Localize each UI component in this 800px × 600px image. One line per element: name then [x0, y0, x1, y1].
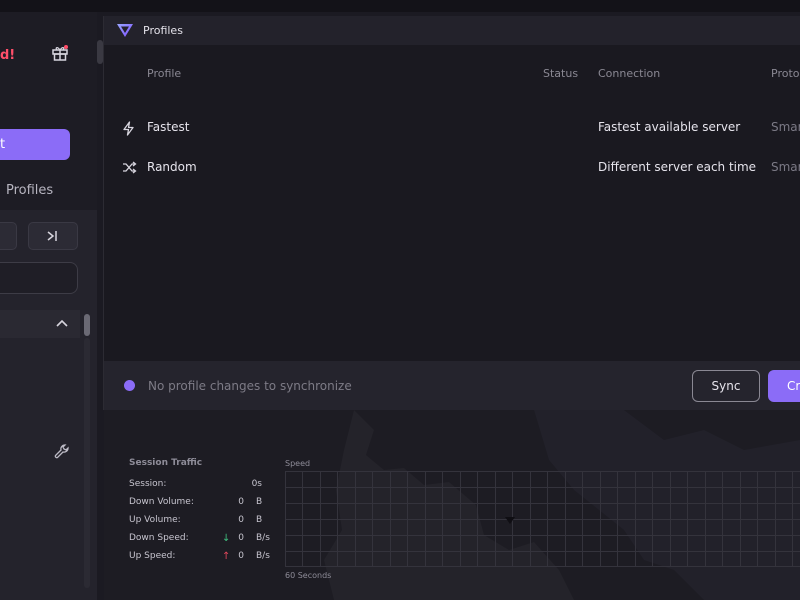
wrench-icon[interactable] — [53, 443, 71, 461]
profile-connection: Different server each time — [598, 160, 757, 174]
sidebar-primary-button-label: t — [0, 137, 6, 152]
tab-profiles[interactable]: Profiles — [6, 183, 53, 198]
table-row-random[interactable]: Random Different server each time Smar — [104, 148, 800, 188]
sync-button[interactable]: Sync — [692, 370, 760, 402]
up-speed-value: 0 — [238, 551, 244, 561]
dialog-title: Profiles — [143, 24, 183, 37]
profile-name: Random — [147, 160, 197, 174]
table-row-fastest[interactable]: Fastest Fastest available server Smar — [104, 108, 800, 148]
app-logo-icon — [117, 24, 133, 37]
dialog-titlebar[interactable]: Profiles — [104, 16, 800, 45]
sidebar-scrollbar-track[interactable] — [84, 338, 90, 588]
profile-protocol: Smar — [771, 160, 800, 174]
dialog-footer: No profile changes to synchronize Sync C… — [104, 361, 800, 410]
session-traffic-title: Session Traffic — [129, 458, 203, 468]
up-volume-row: Up Volume: 0 B — [129, 515, 279, 529]
session-row: Session: 0s — [129, 479, 279, 493]
check-circle-icon — [124, 380, 135, 391]
sidebar-tool-button[interactable] — [0, 222, 17, 250]
down-speed-value: 0 — [238, 533, 244, 543]
down-speed-label: Down Speed: — [129, 533, 189, 543]
column-header-connection[interactable]: Connection — [598, 67, 660, 80]
sidebar-scrollbar-thumb[interactable] — [84, 314, 90, 336]
profile-name: Fastest — [147, 120, 190, 134]
profile-protocol: Smar — [771, 120, 800, 134]
down-volume-label: Down Volume: — [129, 497, 194, 507]
down-arrow-icon: ↓ — [222, 533, 231, 544]
speed-graph-label: Speed — [285, 459, 311, 468]
down-speed-row: Down Speed: ↓ 0 B/s — [129, 533, 279, 547]
down-volume-row: Down Volume: 0 B — [129, 497, 279, 511]
create-button[interactable]: Cr — [768, 370, 800, 402]
sidebar-group-header[interactable] — [0, 310, 80, 338]
sidebar-primary-button[interactable]: t — [0, 129, 70, 160]
speed-graph-timespan: 60 Seconds — [285, 571, 332, 580]
sync-status-text: No profile changes to synchronize — [148, 379, 352, 393]
up-arrow-icon: ↑ — [222, 551, 231, 562]
column-header-protocol[interactable]: Protoc — [771, 67, 800, 80]
down-volume-unit: B — [256, 497, 263, 507]
up-volume-label: Up Volume: — [129, 515, 181, 525]
session-value: 0s — [251, 479, 262, 489]
profile-connection: Fastest available server — [598, 120, 741, 134]
up-volume-value: 0 — [238, 515, 244, 525]
sidebar-search-input[interactable] — [0, 262, 78, 294]
speed-graph-grid — [285, 471, 800, 567]
lightning-icon — [123, 121, 134, 136]
sidebar-alert-text: d! — [0, 48, 16, 63]
gift-icon[interactable] — [51, 44, 69, 62]
column-header-profile[interactable]: Profile — [147, 67, 181, 80]
sidebar-collapse-button[interactable] — [28, 222, 78, 250]
down-speed-unit: B/s — [256, 533, 270, 543]
up-volume-unit: B — [256, 515, 263, 525]
shuffle-icon — [123, 161, 137, 174]
up-speed-unit: B/s — [256, 551, 270, 561]
profiles-dialog: Profiles Profile Status Connection Proto… — [103, 16, 800, 410]
arrow-to-end-icon — [47, 231, 57, 241]
session-label: Session: — [129, 479, 167, 489]
up-speed-row: Up Speed: ↑ 0 B/s — [129, 551, 279, 565]
top-strip — [0, 0, 800, 12]
down-volume-value: 0 — [238, 497, 244, 507]
up-speed-label: Up Speed: — [129, 551, 176, 561]
chevron-up-icon — [56, 319, 68, 327]
column-header-status[interactable]: Status — [543, 67, 578, 80]
